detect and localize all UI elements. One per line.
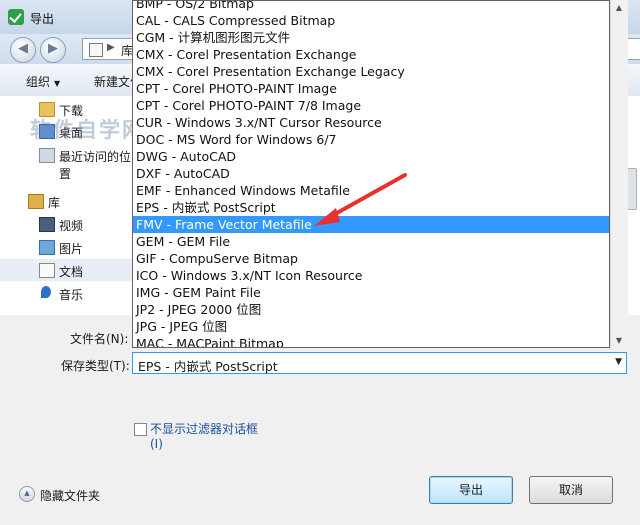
file-type-option[interactable]: BMP - OS/2 Bitmap bbox=[133, 1, 609, 12]
file-type-option[interactable]: CGM - 计算机图形图元文件 bbox=[133, 29, 609, 46]
file-type-option[interactable]: DWG - AutoCAD bbox=[133, 148, 609, 165]
sidebar-item-documents[interactable]: 文档 bbox=[0, 259, 133, 281]
music-icon bbox=[41, 286, 51, 298]
file-type-option[interactable]: GEM - GEM File bbox=[133, 233, 609, 250]
annotation-arrow-icon bbox=[314, 173, 407, 226]
file-type-option[interactable]: DOC - MS Word for Windows 6/7 bbox=[133, 131, 609, 148]
chevron-down-icon: ▼ bbox=[54, 79, 61, 88]
file-type-option[interactable]: CPT - Corel PHOTO-PAINT 7/8 Image bbox=[133, 97, 609, 114]
app-icon bbox=[8, 9, 24, 25]
scroll-down-icon[interactable]: ▼ bbox=[614, 336, 624, 345]
back-button[interactable]: ◀ bbox=[10, 37, 36, 63]
no-filter-dialog-shortcut: (I) bbox=[150, 437, 163, 451]
watermark-logo: 软件自学网 bbox=[30, 118, 145, 142]
savetype-label: 保存类型(T): bbox=[61, 359, 130, 373]
savetype-select[interactable]: EPS - 内嵌式 PostScript ▼ bbox=[132, 352, 627, 374]
sidebar-item-pictures[interactable]: 图片 bbox=[0, 236, 133, 258]
dropdown-scrollbar[interactable]: ▲ ▼ bbox=[610, 0, 628, 348]
file-type-option[interactable]: JP2 - JPEG 2000 位图 bbox=[133, 301, 609, 318]
no-filter-dialog-checkbox[interactable] bbox=[134, 423, 147, 436]
window-title: 导出 bbox=[30, 12, 55, 26]
recent-places-icon bbox=[39, 148, 55, 163]
sidebar-item-recent-places[interactable]: 最近访问的位置 bbox=[0, 144, 133, 181]
export-button[interactable]: 导出 bbox=[429, 476, 513, 504]
sidebar-item-videos[interactable]: 视频 bbox=[0, 213, 133, 235]
cancel-button[interactable]: 取消 bbox=[529, 476, 613, 504]
collapse-up-icon[interactable]: ▲ bbox=[19, 486, 35, 502]
video-icon bbox=[39, 217, 55, 232]
chevron-down-icon[interactable]: ▼ bbox=[615, 357, 622, 367]
forward-button[interactable]: ▶ bbox=[40, 37, 66, 63]
file-type-option[interactable]: ICO - Windows 3.x/NT Icon Resource bbox=[133, 267, 609, 284]
file-type-option[interactable]: CMX - Corel Presentation Exchange bbox=[133, 46, 609, 63]
no-filter-dialog-label[interactable]: 不显示过滤器对话框 bbox=[150, 420, 258, 437]
sidebar-item-music[interactable]: 音乐 bbox=[0, 282, 133, 304]
file-type-option[interactable]: CMX - Corel Presentation Exchange Legacy bbox=[133, 63, 609, 80]
file-type-option[interactable]: CUR - Windows 3.x/NT Cursor Resource bbox=[133, 114, 609, 131]
file-type-option[interactable]: JPG - JPEG 位图 bbox=[133, 318, 609, 335]
pictures-icon bbox=[39, 240, 55, 255]
file-type-option[interactable]: CAL - CALS Compressed Bitmap bbox=[133, 12, 609, 29]
file-type-option[interactable]: IMG - GEM Paint File bbox=[133, 284, 609, 301]
savetype-value: EPS - 内嵌式 PostScript bbox=[138, 359, 278, 374]
library-path-icon bbox=[89, 43, 103, 57]
documents-icon bbox=[39, 263, 55, 278]
library-icon bbox=[28, 194, 44, 209]
scroll-up-icon[interactable]: ▲ bbox=[614, 3, 624, 12]
breadcrumb-separator-icon: ▶ bbox=[107, 42, 115, 53]
file-type-option[interactable]: MAC - MACPaint Bitmap bbox=[133, 335, 609, 347]
hide-folders-button[interactable]: 隐藏文件夹 bbox=[40, 487, 100, 504]
file-type-option[interactable]: GIF - CompuServe Bitmap bbox=[133, 250, 609, 267]
organize-button[interactable]: 组织 ▼ bbox=[26, 73, 60, 90]
file-type-option[interactable]: CPT - Corel PHOTO-PAINT Image bbox=[133, 80, 609, 97]
sidebar-item-libraries[interactable]: 库 bbox=[0, 190, 133, 212]
filename-label: 文件名(N): bbox=[70, 332, 129, 346]
